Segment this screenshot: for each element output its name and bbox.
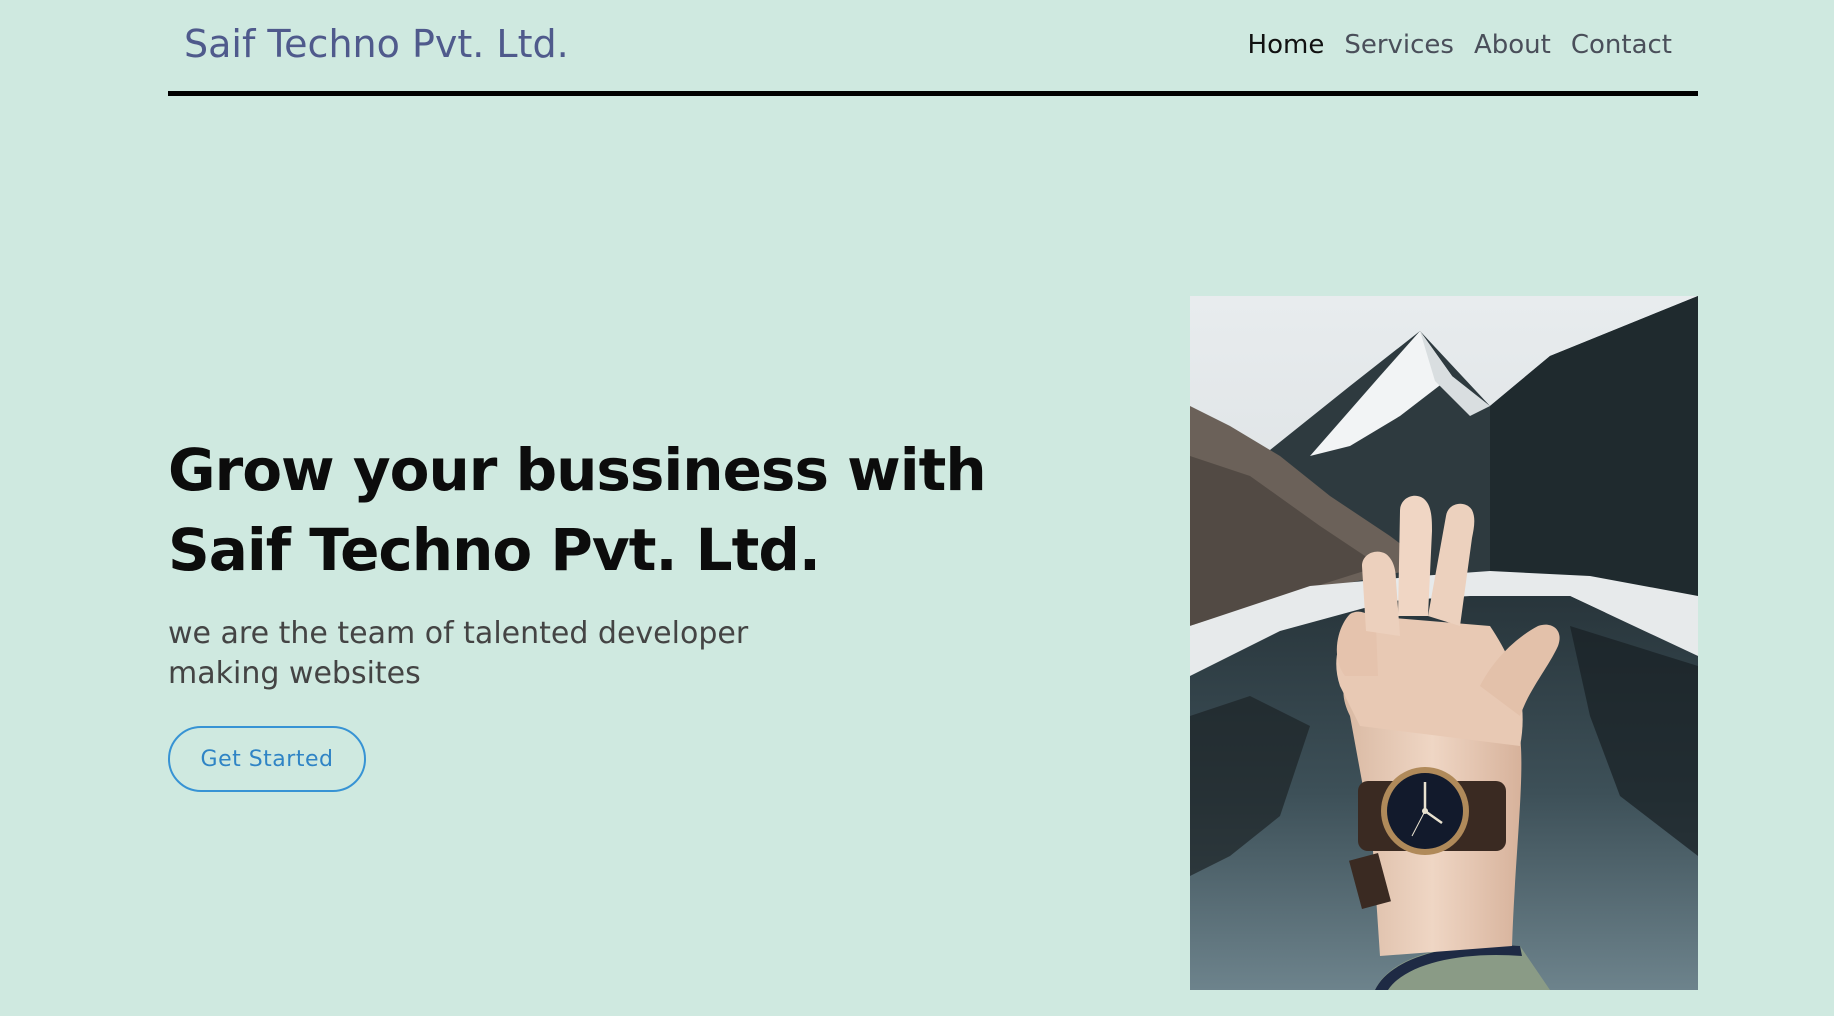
hero-headline-line-1: Grow your bussiness with	[168, 436, 987, 504]
navbar: Saif Techno Pvt. Ltd. Home Services Abou…	[168, 0, 1698, 96]
hero-headline: Grow your bussiness with Saif Techno Pvt…	[168, 430, 987, 590]
hero-headline-line-2: Saif Techno Pvt. Ltd.	[168, 516, 821, 584]
hero-image	[1190, 296, 1698, 990]
get-started-button[interactable]: Get Started	[168, 726, 366, 792]
nav-link-services[interactable]: Services	[1344, 30, 1454, 60]
brand-logo-link[interactable]: Saif Techno Pvt. Ltd.	[184, 22, 569, 66]
nav-link-about[interactable]: About	[1474, 30, 1551, 60]
nav-link-home[interactable]: Home	[1248, 30, 1325, 60]
hand-watch-landscape-photo	[1190, 296, 1698, 990]
nav-link-contact[interactable]: Contact	[1571, 30, 1672, 60]
hero-subtext: we are the team of talented developer ma…	[168, 616, 749, 691]
hero-section: Grow your bussiness with Saif Techno Pvt…	[168, 430, 987, 792]
nav-links: Home Services About Contact	[1248, 30, 1672, 60]
